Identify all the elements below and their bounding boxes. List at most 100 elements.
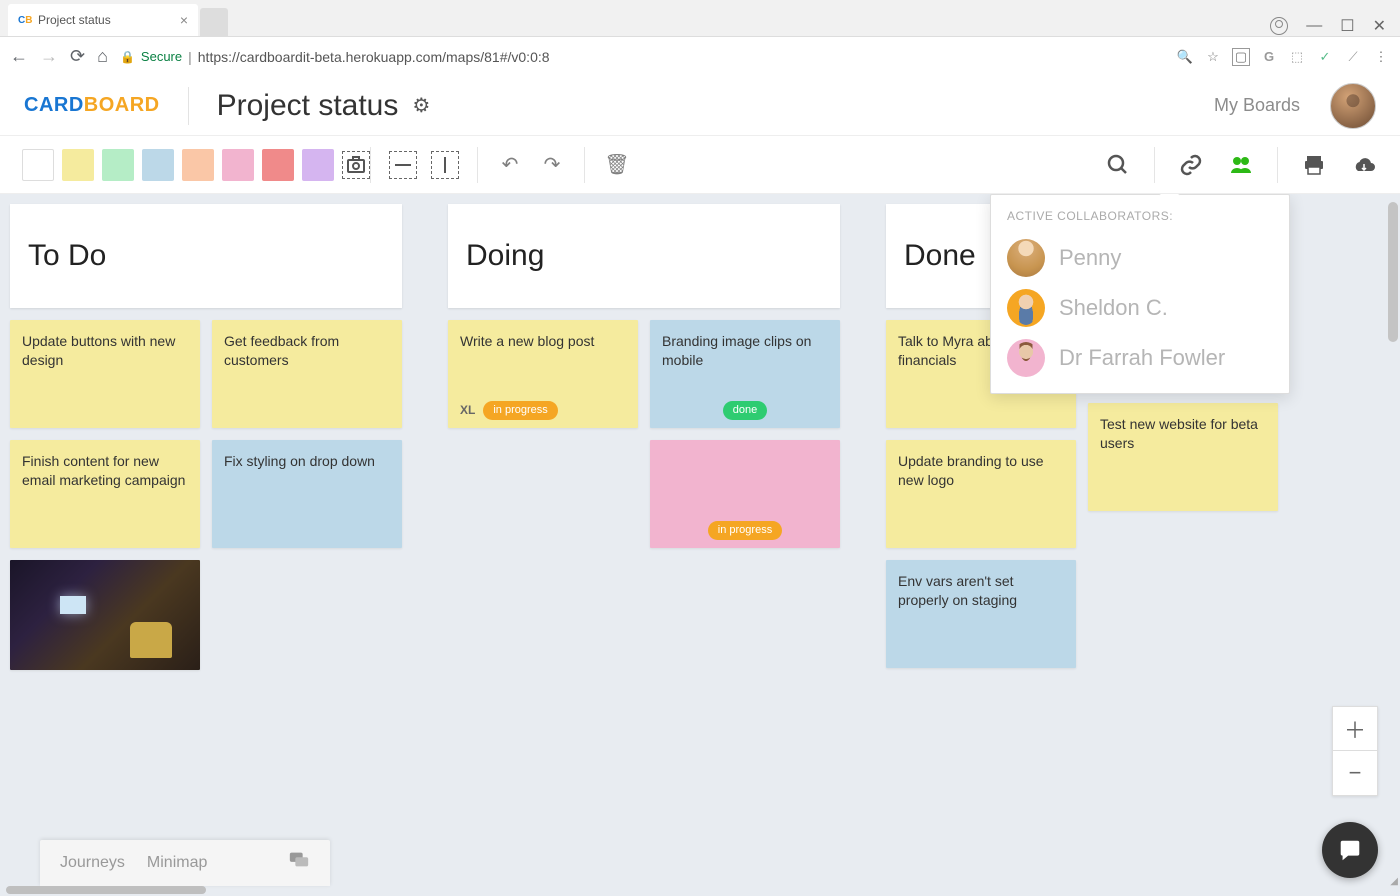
card[interactable]: Get feedback from customers — [212, 320, 402, 428]
ext-icon-5[interactable]: ⟋ — [1344, 48, 1362, 66]
reload-icon[interactable]: ⟳ — [70, 46, 85, 67]
collaborators-popover: ACTIVE COLLABORATORS: Penny Sheldon C. Dr … — [990, 194, 1290, 394]
color-swatch-yellow[interactable] — [62, 149, 94, 181]
card-text: Update buttons with new design — [22, 332, 188, 370]
card-text: Test new website for beta users — [1100, 415, 1266, 453]
card[interactable]: Finish content for new email marketing c… — [10, 440, 200, 548]
column-header[interactable]: To Do — [10, 204, 402, 308]
card[interactable]: Update buttons with new design — [10, 320, 200, 428]
card[interactable]: Write a new blog postXLin progress — [448, 320, 638, 428]
download-icon[interactable] — [1350, 151, 1378, 179]
column-header[interactable]: Doing — [448, 204, 840, 308]
column: Get feedback from customers Fix styling o… — [212, 320, 402, 670]
toolbar: ↶ ↷ 🗑 — [0, 136, 1400, 194]
collaborator-row[interactable]: Penny — [1007, 233, 1273, 283]
column: Update buttons with new design Finish con… — [10, 320, 200, 670]
card-size-badge: XL — [460, 402, 475, 418]
home-icon[interactable]: ⌂ — [97, 46, 108, 67]
color-swatch-white[interactable] — [22, 149, 54, 181]
intercom-launcher[interactable] — [1322, 822, 1378, 878]
board-area: To Do Update buttons with new design Finis… — [0, 194, 1400, 896]
ext-icon-4[interactable]: ✓ — [1316, 48, 1334, 66]
card[interactable]: Branding image clips on mobiledone — [650, 320, 840, 428]
vertical-scrollbar[interactable] — [1388, 202, 1398, 342]
url-text: https://cardboardit-beta.herokuapp.com/m… — [198, 49, 550, 65]
favicon: CB — [18, 13, 32, 27]
color-swatch-purple[interactable] — [302, 149, 334, 181]
user-avatar[interactable] — [1330, 83, 1376, 129]
color-swatch-blue[interactable] — [142, 149, 174, 181]
card[interactable]: Update branding to use new logo — [886, 440, 1076, 548]
minimize-icon[interactable]: — — [1306, 17, 1322, 35]
gear-icon[interactable]: ⚙ — [412, 93, 430, 118]
logo[interactable]: CARDBOARD — [24, 94, 160, 117]
collaborator-avatar — [1007, 289, 1045, 327]
urlbar-actions: 🔍 ☆ ▢ G ⬚ ✓ ⟋ ⋮ — [1176, 48, 1390, 66]
insert-column-icon[interactable] — [431, 151, 459, 179]
ext-icon-1[interactable]: ▢ — [1232, 48, 1250, 66]
image-card[interactable] — [10, 560, 200, 670]
trash-icon[interactable]: 🗑 — [603, 151, 631, 179]
tab-title: Project status — [38, 13, 111, 27]
collaborators-icon[interactable] — [1227, 151, 1255, 179]
collaborator-name: Dr Farrah Fowler — [1059, 345, 1225, 371]
popover-title: ACTIVE COLLABORATORS: — [1007, 209, 1273, 223]
minimap-tab[interactable]: Minimap — [147, 854, 207, 872]
color-palette — [22, 149, 370, 181]
divider — [188, 87, 189, 125]
card[interactable]: in progress — [650, 440, 840, 548]
chrome-profile-icon[interactable] — [1270, 17, 1288, 35]
address-bar[interactable]: 🔒 Secure | https://cardboardit-beta.hero… — [120, 49, 550, 65]
color-swatch-pink[interactable] — [222, 149, 254, 181]
resize-grip[interactable]: ◢ — [1384, 880, 1398, 894]
new-tab-button[interactable] — [200, 8, 228, 36]
column-group: Write a new blog postXLin progressBrandi… — [448, 320, 840, 548]
column-title: Doing — [466, 239, 544, 273]
card-status-badge: done — [723, 401, 767, 420]
search-icon[interactable] — [1104, 151, 1132, 179]
close-window-icon[interactable]: ✕ — [1373, 16, 1386, 36]
link-icon[interactable] — [1177, 151, 1205, 179]
maximize-icon[interactable]: ☐ — [1340, 16, 1354, 36]
insert-row-icon[interactable] — [389, 151, 417, 179]
chat-icon[interactable] — [288, 849, 310, 877]
print-icon[interactable] — [1300, 151, 1328, 179]
collaborator-avatar — [1007, 339, 1045, 377]
secure-label: Secure — [141, 49, 182, 64]
zoom-in-button[interactable]: ＋ — [1333, 707, 1377, 751]
collaborator-row[interactable]: Dr Farrah Fowler — [1007, 333, 1273, 383]
collaborator-name: Sheldon C. — [1059, 295, 1168, 321]
card-text: Fix styling on drop down — [224, 452, 390, 471]
ext-icon-3[interactable]: ⬚ — [1288, 48, 1306, 66]
column-group: Update buttons with new design Finish con… — [10, 320, 402, 670]
camera-icon[interactable] — [342, 151, 370, 179]
color-swatch-orange[interactable] — [182, 149, 214, 181]
zoom-icon[interactable]: 🔍 — [1176, 48, 1194, 66]
board-title[interactable]: Project status — [217, 89, 399, 123]
card[interactable]: Fix styling on drop down — [212, 440, 402, 548]
card-status-badge: in progress — [483, 401, 557, 420]
back-icon[interactable]: ← — [10, 46, 28, 67]
column: Branding image clips on mobiledone in pro… — [650, 320, 840, 548]
url-bar: ← → ⟳ ⌂ 🔒 Secure | https://cardboardit-b… — [0, 36, 1400, 76]
redo-icon[interactable]: ↷ — [538, 151, 566, 179]
journeys-tab[interactable]: Journeys — [60, 854, 125, 872]
chrome-menu-icon[interactable]: ⋮ — [1372, 48, 1390, 66]
my-boards-link[interactable]: My Boards — [1214, 95, 1300, 116]
card-status-badge: in progress — [708, 521, 782, 540]
card-text: Get feedback from customers — [224, 332, 390, 370]
tab-close-icon[interactable]: × — [180, 12, 188, 28]
card[interactable]: Test new website for beta users — [1088, 403, 1278, 511]
ext-icon-2[interactable]: G — [1260, 48, 1278, 66]
star-icon[interactable]: ☆ — [1204, 48, 1222, 66]
zoom-out-button[interactable]: − — [1333, 751, 1377, 795]
color-swatch-green[interactable] — [102, 149, 134, 181]
card[interactable]: Env vars aren't set properly on staging — [886, 560, 1076, 668]
horizontal-scrollbar[interactable] — [6, 886, 206, 894]
browser-chrome: CB Project status × — ☐ ✕ ← → ⟳ ⌂ 🔒 Secu… — [0, 0, 1400, 76]
color-swatch-red[interactable] — [262, 149, 294, 181]
forward-icon: → — [40, 46, 58, 67]
browser-tab[interactable]: CB Project status × — [8, 4, 198, 36]
undo-icon[interactable]: ↶ — [496, 151, 524, 179]
collaborator-row[interactable]: Sheldon C. — [1007, 283, 1273, 333]
